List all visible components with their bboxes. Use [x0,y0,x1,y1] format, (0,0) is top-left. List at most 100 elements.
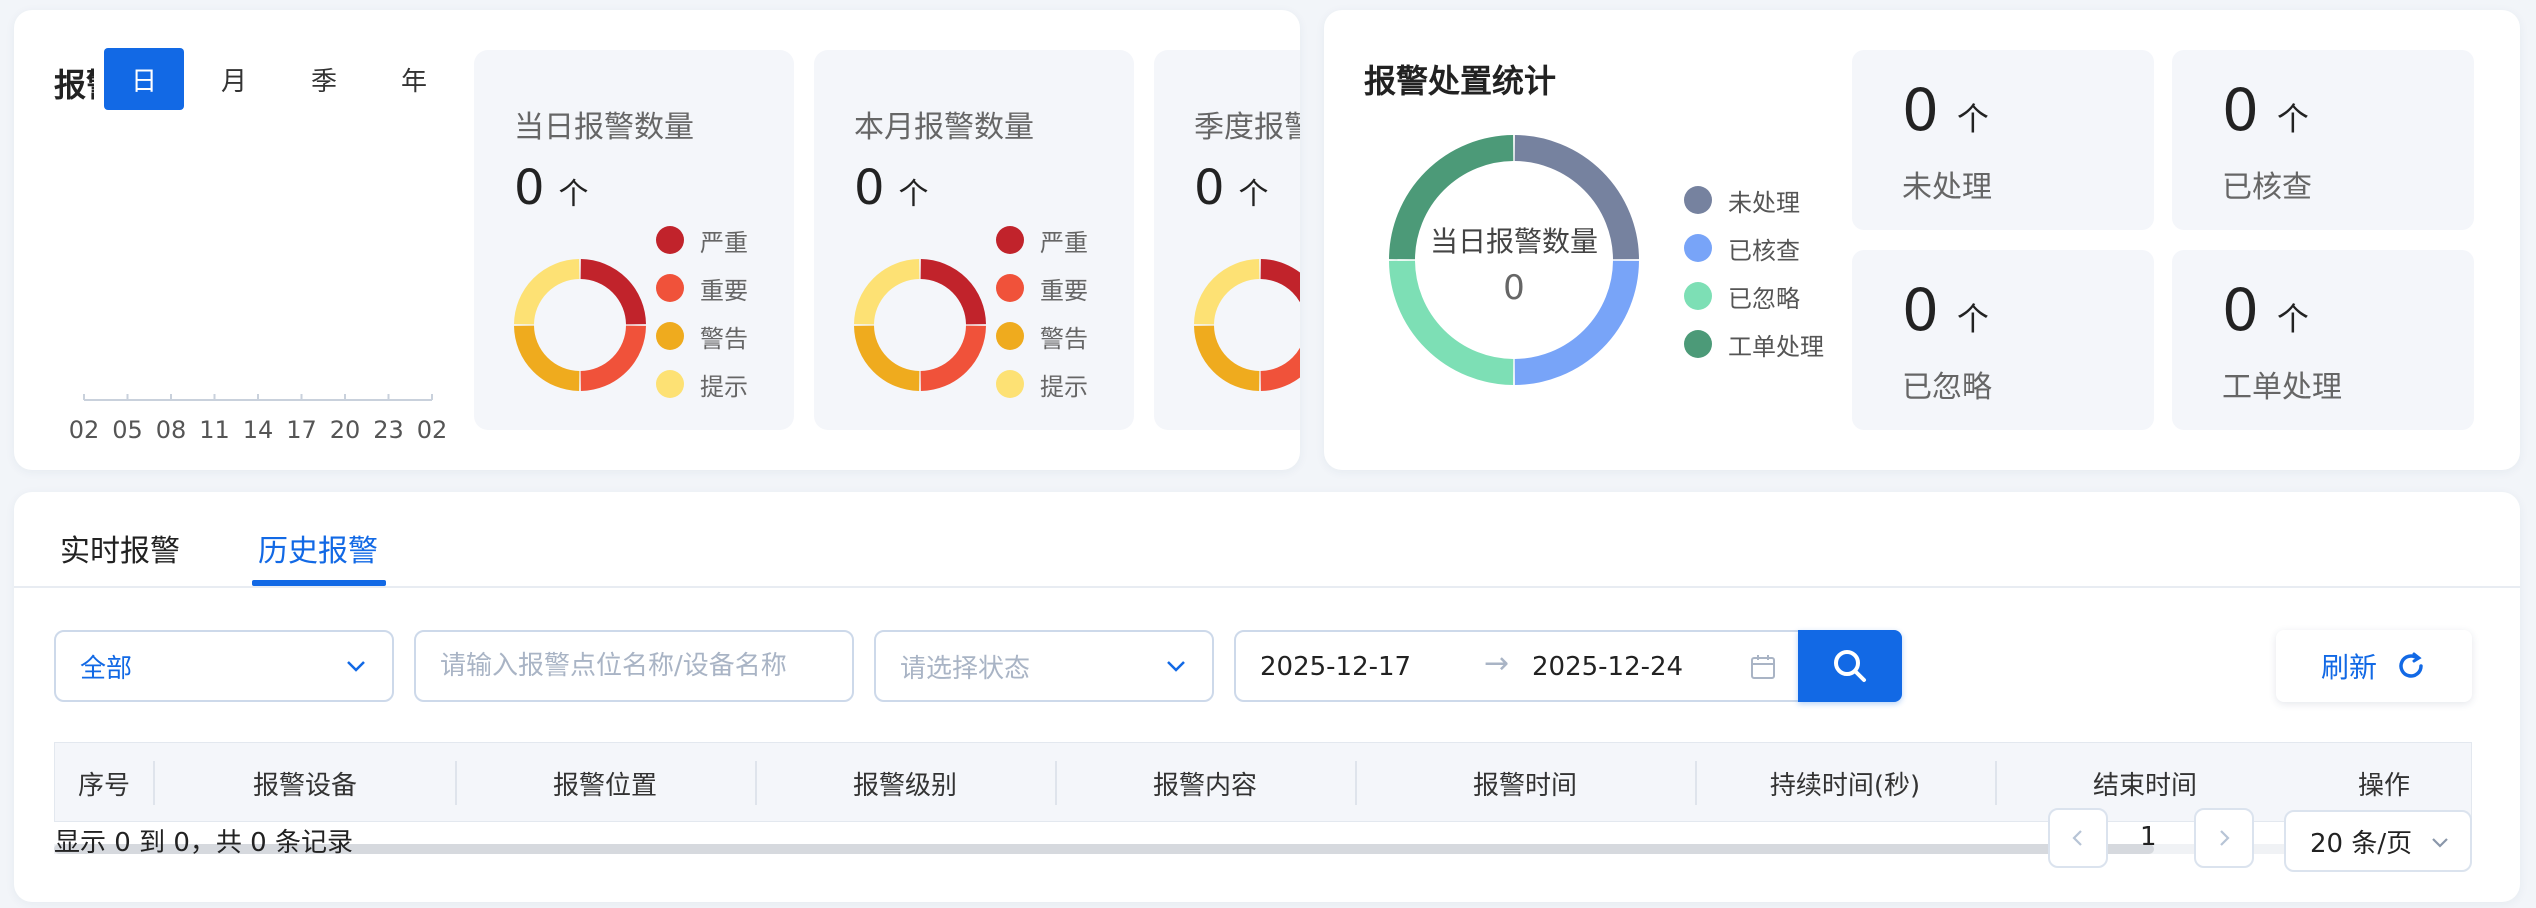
axis-tick-label: 02 [417,416,448,444]
column-header[interactable]: 持续时间(秒) [1695,743,1995,823]
severity-donut [854,259,986,391]
stat-card-quarter: 季度报警数量 0个 严重 重要 警告 提示 [1154,50,1300,430]
donut-segment [854,259,920,325]
alarm-type-select[interactable]: 全部 [54,630,394,702]
disposal-legend: 未处理 已核查 已忽略 工单处理 [1684,176,1824,368]
dot-icon [656,322,684,350]
chevron-down-icon [1167,661,1185,672]
stat-card-month: 本月报警数量 0个 严重 重要 警告 提示 [814,50,1134,430]
donut-segment [920,259,986,325]
stat-card-title: 本月报警数量 [854,110,1034,145]
disposal-donut [1389,135,1639,385]
period-tab-year[interactable]: 年 [374,48,454,110]
dot-icon [1684,282,1712,310]
refresh-label: 刷新 [2320,651,2377,684]
column-header[interactable]: 报警位置 [455,743,755,823]
donut-segment [1194,325,1260,391]
legend-item: 严重 [656,216,748,264]
dot-icon [996,226,1024,254]
page-size-select[interactable]: 20 条/页 [2284,810,2472,872]
alarm-search-input[interactable] [440,651,852,681]
donut-segment [854,325,920,391]
date-range-arrow: → [1484,646,1510,681]
period-tabs: 日 月 季 年 [104,48,464,110]
disposal-card-label: 已忽略 [1902,370,1992,405]
prev-page-button[interactable] [2048,808,2108,868]
donut-segment [580,259,646,325]
legend-item: 警告 [996,312,1088,360]
tab-realtime-alarm[interactable]: 实时报警 [60,526,180,570]
column-header[interactable]: 报警时间 [1355,743,1695,823]
column-header[interactable]: 序号 [55,743,153,823]
severity-donut [514,259,646,391]
table-horizontal-scrollbar[interactable] [54,844,2472,854]
refresh-button[interactable]: 刷新 [2276,630,2472,702]
dot-icon [1684,186,1712,214]
disposal-card-workorder: 0个 工单处理 [2172,250,2474,430]
alarm-list-card: 实时报警 历史报警 全部 请选择状态 2025-12-17 → 2025-12-… [14,492,2520,902]
stat-card-title: 当日报警数量 [514,110,694,145]
column-header[interactable]: 报警设备 [155,743,455,823]
legend-item: 未处理 [1684,176,1824,224]
disposal-card-label: 未处理 [1902,170,1992,205]
scrollbar-thumb[interactable] [54,844,2154,854]
chevron-left-icon [2072,830,2082,846]
disposal-stats-card: 报警处置统计 当日报警数量 0 未处理 已核查 已忽略 工单处理 0个 未处理 … [1324,10,2520,470]
next-page-button[interactable] [2194,808,2254,868]
axis-tick-label: 17 [286,416,317,444]
refresh-icon [2399,652,2423,678]
tab-history-alarm[interactable]: 历史报警 [258,526,378,570]
status-select[interactable]: 请选择状态 [874,630,1214,702]
dot-icon [656,274,684,302]
stat-card-value: 0个 [514,160,589,216]
legend-item: 提示 [656,360,748,408]
date-range-picker[interactable]: 2025-12-17 → 2025-12-24 [1234,630,1800,702]
period-tab-day[interactable]: 日 [104,48,184,110]
alarm-tabs: 实时报警 历史报警 [14,492,2520,588]
current-page[interactable]: 1 [2140,822,2157,852]
donut-segment [514,259,580,325]
dot-icon [996,322,1024,350]
chevron-down-icon [347,661,365,672]
legend-item: 严重 [996,216,1088,264]
disposal-title: 报警处置统计 [1364,62,1557,100]
disposal-center-value: 0 [1503,268,1525,308]
disposal-card-value: 0个 [2222,76,2309,144]
alarm-search-field[interactable] [414,630,854,702]
table-header: 序号 报警设备 报警位置 报警级别 报警内容 报警时间 持续时间(秒) 结束时间… [54,742,2472,822]
chevron-down-icon [2432,838,2448,848]
axis-tick-label: 14 [243,416,274,444]
severity-legend: 严重 重要 警告 提示 [996,216,1088,408]
legend-item: 已核查 [1684,224,1824,272]
dot-icon [656,226,684,254]
disposal-card-checked: 0个 已核查 [2172,50,2474,230]
axis-tick-label: 11 [199,416,230,444]
disposal-card-value: 0个 [2222,276,2309,344]
disposal-center-label: 当日报警数量 [1429,225,1598,258]
alarm-stats-card: 报警趋势 日 月 季 年 02 05 08 11 14 17 20 23 02 当日报警数量 0… [14,10,1300,470]
stat-card-day: 当日报警数量 0个 严重 重要 警告 提示 [474,50,794,430]
search-button[interactable] [1798,630,1902,702]
dot-icon [1684,234,1712,262]
date-end[interactable]: 2025-12-24 [1532,652,1683,682]
stat-card-title: 季度报警数量 [1194,110,1300,145]
severity-legend: 严重 重要 警告 提示 [656,216,748,408]
column-header[interactable]: 报警内容 [1055,743,1355,823]
column-header[interactable]: 报警级别 [755,743,1055,823]
donut-segment [920,325,986,391]
disposal-card-value: 0个 [1902,276,1989,344]
stat-card-value: 0个 [1194,160,1269,216]
period-tab-month[interactable]: 月 [194,48,274,110]
dot-icon [996,370,1024,398]
donut-segment [1260,259,1300,303]
dot-icon [996,274,1024,302]
active-tab-indicator [252,580,386,586]
date-start[interactable]: 2025-12-17 [1260,652,1411,682]
legend-item: 重要 [656,264,748,312]
period-tab-quarter[interactable]: 季 [284,48,364,110]
dot-icon [1684,330,1712,358]
axis-tick-label: 08 [156,416,187,444]
disposal-card-ignored: 0个 已忽略 [1852,250,2154,430]
axis-tick-label: 05 [112,416,143,444]
disposal-card-label: 工单处理 [2222,370,2342,405]
